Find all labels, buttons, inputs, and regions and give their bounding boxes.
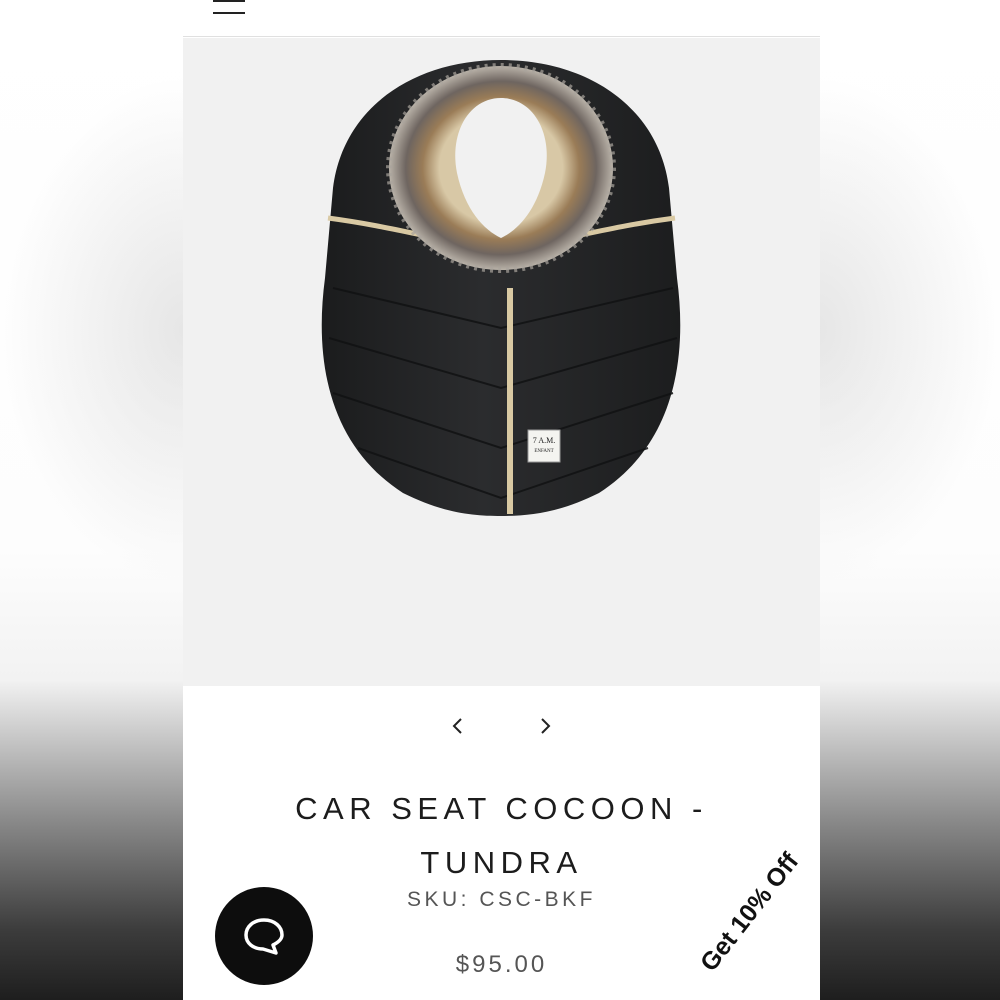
car-seat-cocoon-image: 7 A.M. ENFANT xyxy=(321,60,681,516)
carousel-prev-button[interactable] xyxy=(438,706,478,746)
chevron-left-icon xyxy=(452,718,462,734)
chevron-right-icon xyxy=(541,718,551,734)
product-image[interactable]: 7 A.M. ENFANT xyxy=(183,38,820,686)
brand-tag xyxy=(527,429,561,463)
discount-ribbon[interactable]: Get 10% Off xyxy=(640,810,820,1000)
hamburger-menu-icon[interactable] xyxy=(211,0,247,16)
carousel-next-button[interactable] xyxy=(525,706,565,746)
chat-bubble-icon xyxy=(244,918,284,955)
top-bar xyxy=(183,0,820,37)
mobile-page: 7 A.M. ENFANT CAR SEAT COCOON - TUNDRA S… xyxy=(183,0,820,1000)
svg-text:7 A.M.: 7 A.M. xyxy=(533,436,555,445)
svg-text:ENFANT: ENFANT xyxy=(534,449,553,454)
chat-button[interactable] xyxy=(215,887,313,985)
